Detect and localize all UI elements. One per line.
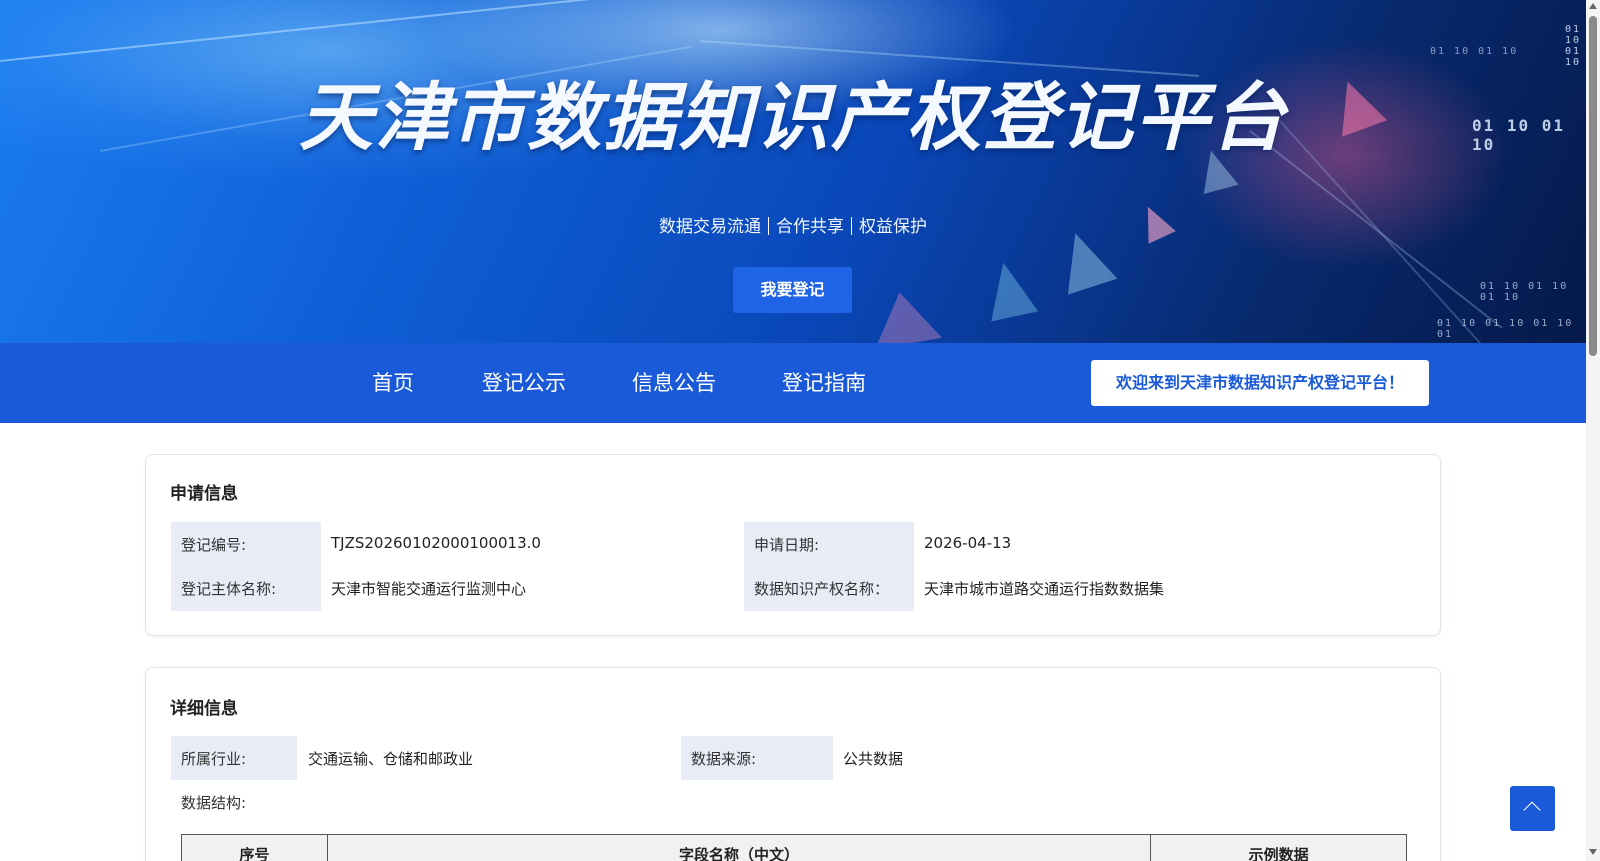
detail-info-card: 详细信息 所属行业: 交通运输、仓储和邮政业 数据来源: 公共数据 数据结构: — [145, 667, 1441, 861]
scroll-up-arrow-icon[interactable] — [1589, 3, 1597, 9]
card-title: 详细信息 — [170, 699, 238, 719]
ip-name-label: 数据知识产权名称： — [754, 580, 890, 598]
subtitle-item: 数据交易流通 — [659, 217, 761, 237]
data-source-value: 公共数据 — [843, 750, 904, 768]
apply-date-value: 2026-04-13 — [924, 534, 1012, 552]
table-header-row: 序号 字段名称（中文） 示例数据 — [181, 834, 1407, 861]
hero-title: 天津市数据知识产权登记平台 — [299, 75, 1287, 161]
subtitle-divider — [851, 217, 852, 235]
subtitle-item: 权益保护 — [859, 217, 927, 237]
industry-value: 交通运输、仓储和邮政业 — [308, 750, 474, 768]
data-structure-table: 序号 字段名称（中文） 示例数据 — [181, 834, 1407, 861]
ip-name-value: 天津市城市道路交通运行指数数据集 — [924, 580, 1165, 598]
registration-no-label: 登记编号: — [181, 536, 247, 554]
data-structure-label: 数据结构: — [181, 794, 247, 812]
binary-decor: 01 10 01 10 01 10 — [1480, 281, 1569, 303]
scrollbar-thumb[interactable] — [1589, 16, 1597, 356]
data-source-label: 数据来源: — [691, 750, 757, 768]
chevron-up-icon — [1523, 801, 1541, 819]
nav-item-home[interactable]: 首页 — [372, 343, 414, 423]
application-info-card: 申请信息 登记编号: TJZS20260102000100013.0 申请日期:… — [145, 454, 1441, 636]
card-title: 申请信息 — [170, 484, 238, 504]
binary-decor: 01 10 01 10 — [1430, 46, 1519, 57]
table-header-cell: 示例数据 — [1150, 834, 1407, 861]
table-header-cell: 字段名称（中文） — [326, 834, 1152, 861]
nav-item-registration-public[interactable]: 登记公示 — [482, 343, 566, 423]
subject-label: 登记主体名称: — [181, 580, 277, 598]
back-to-top-button[interactable] — [1510, 786, 1555, 831]
nav-item-guide[interactable]: 登记指南 — [782, 343, 866, 423]
industry-label: 所属行业: — [181, 750, 247, 768]
subject-value: 天津市智能交通运行监测中心 — [331, 580, 527, 598]
binary-decor: 01 10 01 10 01 10 01 — [1437, 318, 1574, 340]
decor-triangle — [979, 257, 1039, 322]
nav-item-announcements[interactable]: 信息公告 — [632, 343, 716, 423]
decor-triangle — [866, 286, 942, 343]
table-header-cell: 序号 — [181, 834, 328, 861]
apply-date-label: 申请日期: — [754, 536, 820, 554]
subtitle-divider — [768, 217, 769, 235]
welcome-banner-button[interactable]: 欢迎来到天津市数据知识产权登记平台！ — [1091, 360, 1429, 406]
register-button[interactable]: 我要登记 — [733, 267, 852, 313]
subtitle-item: 合作共享 — [776, 217, 844, 237]
scrollbar[interactable] — [1586, 0, 1600, 861]
hero-subtitle: 数据交易流通 合作共享 权益保护 — [0, 212, 1586, 237]
registration-no-value: TJZS20260102000100013.0 — [331, 534, 541, 552]
scroll-down-arrow-icon[interactable] — [1589, 849, 1597, 855]
hero-banner: 01 10 01 10 01 10 01 10 01 10 01 10 01 1… — [0, 0, 1586, 343]
page: 01 10 01 10 01 10 01 10 01 10 01 10 01 1… — [0, 0, 1586, 861]
